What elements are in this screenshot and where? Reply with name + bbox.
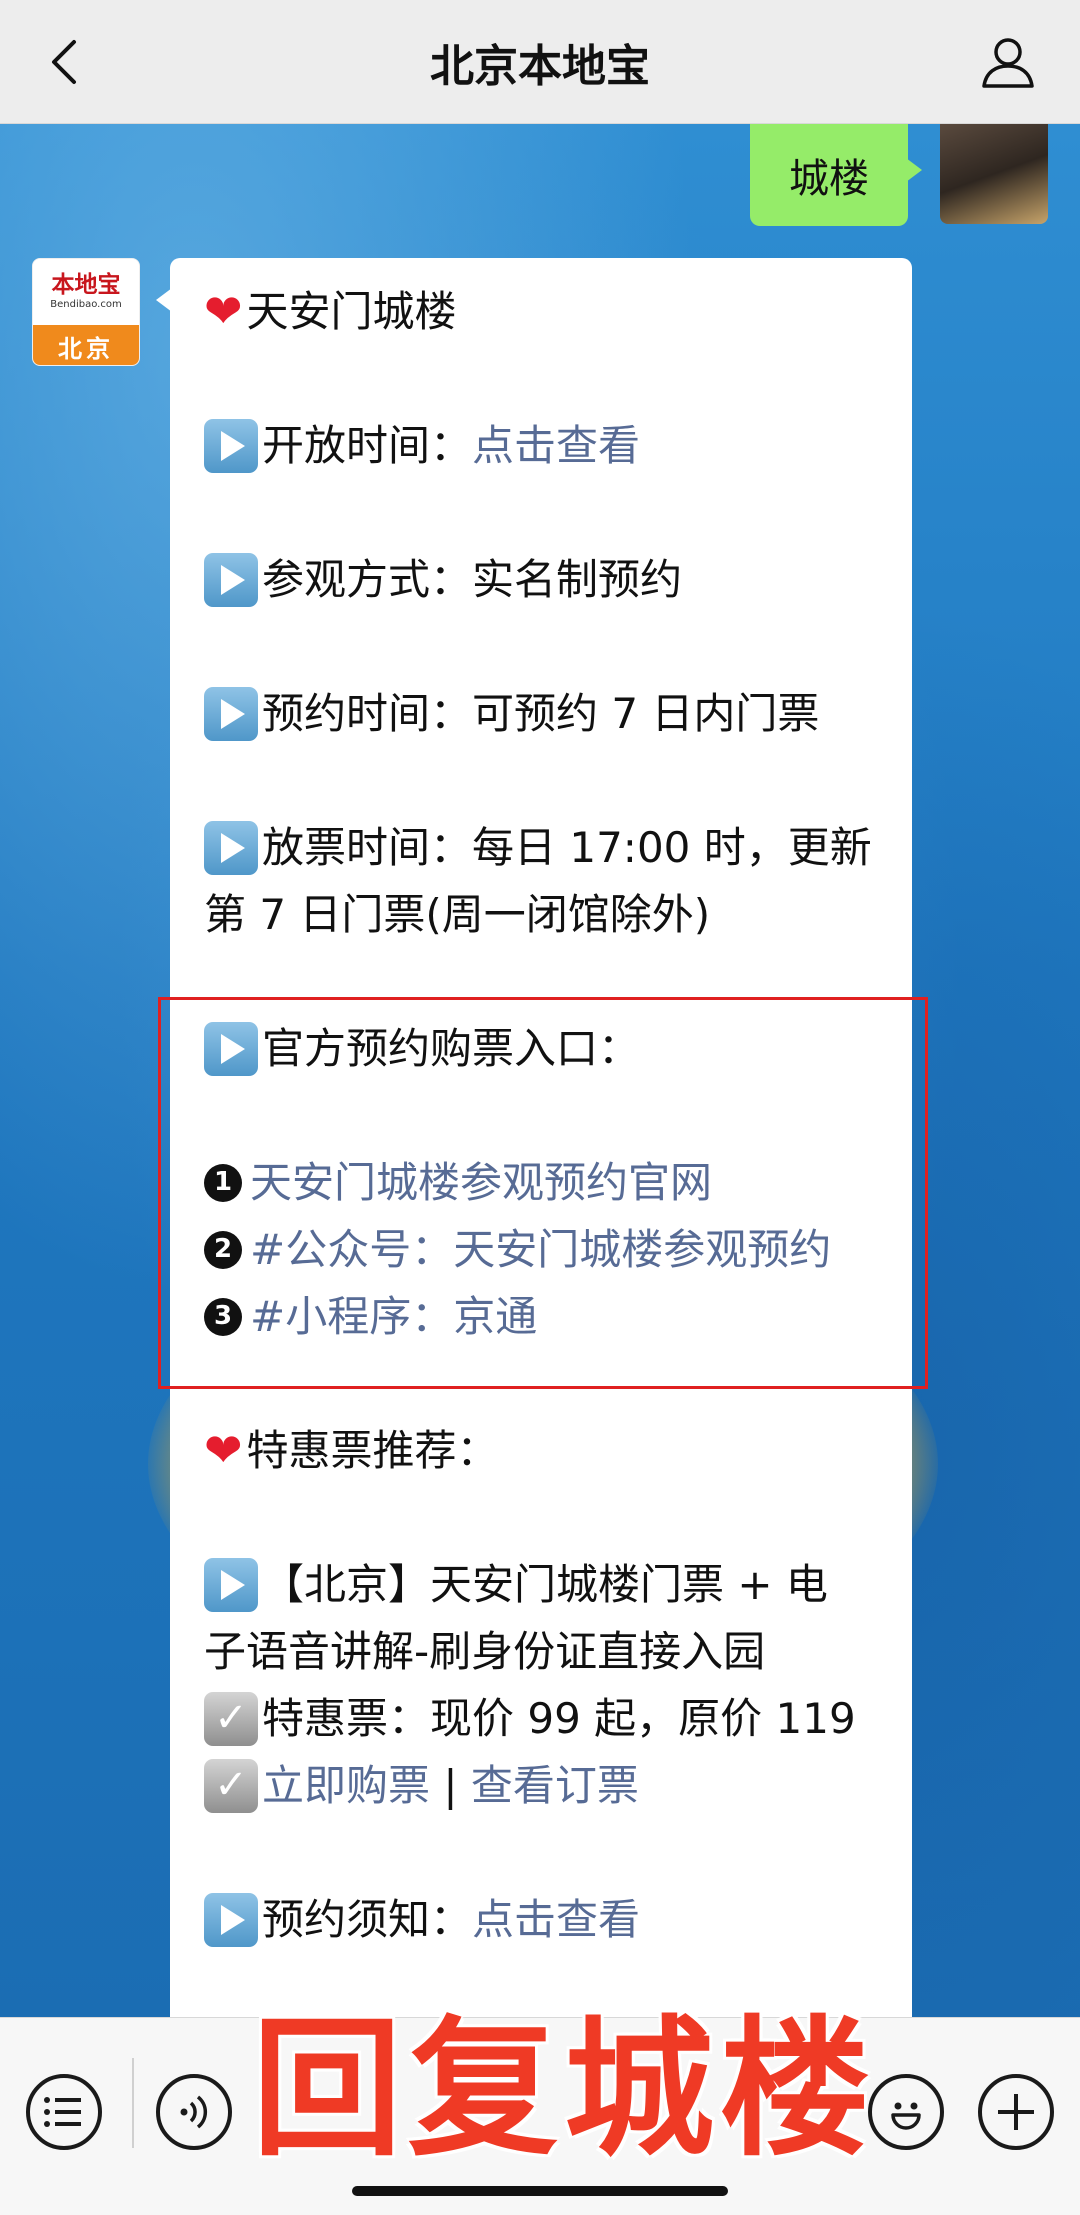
entry-official-account-link[interactable]: #公众号：天安门城楼参观预约	[250, 1216, 831, 1283]
avatar-brand-text: 本地宝	[51, 272, 121, 298]
entry-3-line: 3 #小程序：京通	[204, 1283, 878, 1350]
release-time-text-2: 第 7 日门票(周一闭馆除外)	[204, 890, 711, 939]
official-account-avatar[interactable]: 本地宝 Bendibao.com 北京	[32, 258, 140, 366]
menu-list-icon[interactable]	[26, 2074, 102, 2150]
emoji-icon[interactable]	[868, 2074, 944, 2150]
play-icon	[204, 1021, 258, 1076]
entry-1-line: 1 天安门城楼参观预约官网	[204, 1149, 878, 1216]
reserve-time-line: 预约时间：可预约 7 日内门票	[204, 680, 878, 747]
number-1-icon: 1	[204, 1163, 242, 1202]
product-line-2: 子语音讲解-刷身份证直接入园	[204, 1618, 878, 1685]
price-text: 特惠票：现价 99 起，原价 119	[262, 1694, 856, 1743]
official-entry-line: 官方预约购票入口：	[204, 1015, 878, 1082]
official-entry-heading: 官方预约购票入口：	[262, 1024, 641, 1073]
play-icon	[204, 820, 258, 875]
received-message-card: ❤ 天安门城楼 开放时间： 点击查看 参观方式：实名制预约 预约时间：可预约 7…	[156, 258, 912, 2017]
entry-mini-program-link[interactable]: #小程序：京通	[250, 1283, 537, 1350]
play-icon	[204, 686, 258, 741]
entry-2-line: 2 #公众号：天安门城楼参观预约	[204, 1216, 878, 1283]
add-icon[interactable]	[978, 2074, 1054, 2150]
avatar-city-text: 北京	[33, 325, 139, 365]
open-time-label: 开放时间：	[262, 421, 473, 470]
sent-message-text: 城楼	[789, 156, 869, 202]
toolbar-divider	[132, 2058, 134, 2148]
heart-icon: ❤	[204, 284, 243, 338]
visit-method-text: 参观方式：实名制预约	[262, 555, 683, 604]
nav-bar: 北京本地宝	[0, 0, 1080, 124]
open-time-link[interactable]: 点击查看	[472, 412, 640, 479]
checkmark-icon: ✓	[204, 1758, 258, 1813]
heart-icon: ❤	[204, 1423, 243, 1477]
message-title-line: ❤ 天安门城楼	[204, 278, 878, 345]
buy-line: ✓ 立即购票 | 查看订票	[204, 1752, 878, 1819]
product-name-2: 子语音讲解-刷身份证直接入园	[204, 1627, 766, 1676]
number-3-icon: 3	[204, 1297, 242, 1336]
user-profile-icon[interactable]	[978, 32, 1038, 92]
discount-title: 特惠票推荐：	[246, 1426, 499, 1475]
sent-message-bubble[interactable]: 城楼	[750, 124, 922, 226]
release-time-line: 放票时间：每日 17:00 时，更新	[204, 814, 878, 881]
reserve-time-text: 预约时间：可预约 7 日内门票	[262, 689, 820, 738]
play-icon	[204, 1557, 258, 1612]
discount-title-line: ❤ 特惠票推荐：	[204, 1417, 878, 1484]
checkmark-icon: ✓	[204, 1691, 258, 1746]
product-name-1: 【北京】天安门城楼门票 + 电	[262, 1560, 828, 1609]
view-order-link[interactable]: 查看订票	[471, 1752, 639, 1819]
notice-label: 预约须知：	[262, 1895, 473, 1944]
play-icon	[204, 418, 258, 473]
back-icon[interactable]	[40, 34, 96, 90]
release-time-text-1: 放票时间：每日 17:00 时，更新	[262, 823, 872, 872]
play-icon	[204, 1892, 258, 1947]
entry-website-link[interactable]: 天安门城楼参观预约官网	[250, 1149, 712, 1216]
chat-area[interactable]: 城楼 本地宝 Bendibao.com 北京 ❤ 天安门城楼 开放时间： 点击查…	[0, 124, 1080, 2017]
notice-link[interactable]: 点击查看	[472, 1886, 640, 1953]
message-title: 天安门城楼	[246, 287, 457, 336]
notice-line: 预约须知： 点击查看	[204, 1886, 878, 1953]
home-indicator	[352, 2186, 728, 2196]
reply-keyword-overlay: 回复城楼	[252, 2003, 877, 2177]
avatar-domain-text: Bendibao.com	[50, 299, 122, 310]
price-line: ✓ 特惠票：现价 99 起，原价 119	[204, 1685, 878, 1752]
number-2-icon: 2	[204, 1230, 242, 1269]
user-avatar[interactable]	[940, 124, 1048, 224]
release-time-line-2: 第 7 日门票(周一闭馆除外)	[204, 881, 878, 948]
page-title: 北京本地宝	[430, 40, 650, 92]
open-time-line: 开放时间： 点击查看	[204, 412, 878, 479]
product-line-1: 【北京】天安门城楼门票 + 电	[204, 1551, 878, 1618]
voice-icon[interactable]	[156, 2074, 232, 2150]
link-separator: |	[430, 1761, 471, 1810]
play-icon	[204, 552, 258, 607]
buy-now-link[interactable]: 立即购票	[262, 1752, 430, 1819]
visit-method-line: 参观方式：实名制预约	[204, 546, 878, 613]
